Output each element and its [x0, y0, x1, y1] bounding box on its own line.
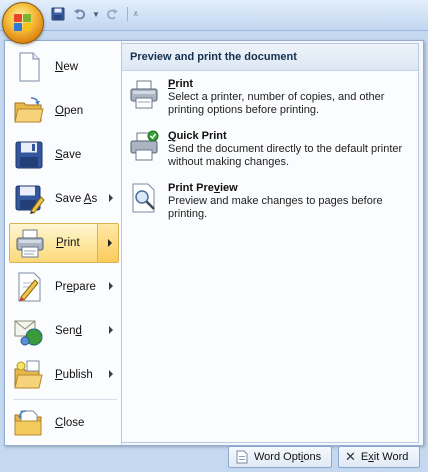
office-menu: New Open Save Save As Print Prepare Send… — [4, 40, 424, 446]
submenu-item-quick-print[interactable]: Quick Print Send the document directly t… — [128, 130, 412, 169]
save-disk-icon — [15, 141, 43, 169]
menu-item-label: Open — [55, 105, 84, 117]
title-bar: ▼ ⩡ — [0, 0, 428, 31]
submenu-arrow-icon — [109, 326, 113, 334]
menu-item-prepare[interactable]: Prepare — [9, 267, 119, 307]
quick-print-icon — [130, 130, 159, 161]
menu-item-publish[interactable]: Publish — [9, 355, 119, 395]
word-options-label: Word Options — [254, 451, 322, 463]
close-folder-icon — [14, 410, 42, 436]
print-submenu-panel: Preview and print the document Print Sel… — [121, 43, 419, 443]
menu-item-label: Publish — [55, 369, 93, 381]
save-disk-icon — [51, 7, 65, 21]
submenu-item-title: Quick Print — [168, 130, 227, 142]
menu-command-list: New Open Save Save As Print Prepare Send… — [5, 41, 122, 445]
open-folder-icon — [14, 97, 44, 123]
print-preview-icon — [132, 183, 155, 213]
new-document-icon — [19, 52, 40, 82]
menu-item-label: Close — [55, 417, 85, 429]
submenu-arrow-icon — [109, 370, 113, 378]
submenu-arrow-icon — [108, 239, 112, 247]
menu-item-label: Print — [56, 237, 80, 249]
customize-toolbar-icon[interactable]: ⩡ — [133, 9, 139, 20]
save-as-icon — [15, 185, 45, 214]
menu-item-label: Prepare — [55, 281, 96, 293]
menu-item-label: Save — [55, 149, 82, 161]
menu-item-save-as[interactable]: Save As — [9, 179, 119, 219]
prepare-icon — [18, 272, 41, 302]
menu-item-save[interactable]: Save — [9, 135, 119, 175]
exit-word-button[interactable]: ✕ Exit Word — [338, 446, 420, 468]
office-button[interactable] — [2, 2, 44, 44]
save-quick-button[interactable] — [48, 4, 68, 24]
menu-item-send[interactable]: Send — [9, 311, 119, 351]
submenu-arrow-icon — [109, 194, 113, 202]
redo-button[interactable] — [102, 4, 122, 24]
send-icon — [14, 320, 43, 346]
submenu-header: Preview and print the document — [122, 44, 418, 71]
menu-item-open[interactable]: Open — [9, 91, 119, 131]
menu-item-label: Send — [55, 325, 82, 337]
undo-dropdown-icon[interactable]: ▼ — [92, 10, 100, 19]
publish-icon — [14, 360, 43, 389]
submenu-item-title: Print — [168, 78, 194, 90]
quick-access-toolbar: ▼ ⩡ — [48, 4, 139, 24]
submenu-item-print[interactable]: Print Select a printer, number of copies… — [128, 78, 412, 117]
undo-button[interactable] — [70, 4, 90, 24]
toolbar-separator — [126, 7, 128, 21]
menu-item-label: New — [55, 61, 79, 73]
menu-item-label: Save As — [55, 193, 98, 205]
menu-item-new[interactable]: New — [9, 47, 119, 87]
submenu-item-description: Select a printer, number of copies, and … — [168, 91, 385, 116]
submenu-item-description: Preview and make changes to pages before… — [168, 195, 383, 220]
redo-icon — [106, 9, 118, 20]
menu-item-close[interactable]: Close — [9, 403, 119, 443]
options-document-icon — [236, 450, 248, 464]
submenu-arrow-icon — [109, 282, 113, 290]
printer-icon — [16, 229, 44, 258]
close-icon: ✕ — [345, 449, 356, 464]
word-options-button[interactable]: Word Options — [228, 446, 332, 468]
exit-word-label: Exit Word — [360, 451, 409, 463]
submenu-item-description: Send the document directly to the defaul… — [168, 143, 403, 168]
submenu-item-title: Print Preview — [168, 182, 238, 194]
menu-item-print[interactable]: Print — [9, 223, 119, 263]
office-logo-icon — [14, 14, 32, 32]
undo-icon — [74, 9, 86, 20]
submenu-item-print-preview[interactable]: Print Preview Preview and make changes t… — [128, 182, 412, 221]
menu-divider — [13, 399, 117, 400]
printer-icon — [130, 80, 158, 109]
